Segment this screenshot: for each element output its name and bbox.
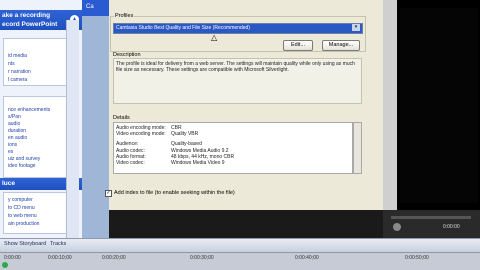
task-link[interactable]: s/Pan (8, 114, 21, 120)
task-link[interactable]: es (8, 149, 13, 155)
task-link[interactable]: l camera (8, 77, 27, 83)
header-label: ake a recording (2, 12, 51, 19)
profiles-label: Profiles (114, 13, 135, 19)
details-label: Details (113, 115, 130, 121)
player-controls: 0:00:00 (383, 210, 480, 238)
task-link[interactable]: r narration (8, 69, 31, 75)
details-row: Video codec: Windows Media Video 9 (116, 160, 225, 167)
task-link[interactable]: to web menu (8, 213, 37, 219)
details-scrollbar[interactable] (353, 122, 362, 174)
timecode: 0:00:40;00 (295, 255, 319, 261)
wizard-title-fragment: Ca (86, 4, 94, 10)
timeline-divider (0, 252, 480, 253)
task-link[interactable]: ideo footage (8, 163, 36, 169)
task-link[interactable]: uiz and survey (8, 156, 40, 162)
wizard-title-strip: Ca (82, 0, 109, 16)
player-time: 0:00:00 (443, 224, 460, 230)
tab-storyboard[interactable]: Show Storyboard (4, 241, 46, 247)
task-link[interactable]: audio (8, 121, 20, 127)
index-checkbox[interactable]: ✓ (105, 190, 112, 197)
mouse-cursor-icon: △ (211, 33, 218, 42)
index-checkbox-label: Add index to file (to enable seeking wit… (114, 190, 235, 196)
profile-dropdown[interactable]: Camtasia Studio Best Quality and File Si… (113, 23, 363, 34)
manage-button[interactable]: Manage... (322, 40, 360, 51)
record-box: id media nts r narration l camera (3, 38, 67, 86)
tab-tracks[interactable]: Tracks (50, 241, 66, 247)
edit-box: nce enhancements s/Pan audio duration en… (3, 96, 67, 178)
edit-button[interactable]: Edit... (283, 40, 313, 51)
task-link[interactable]: to CD menu (8, 205, 35, 211)
task-link[interactable]: duration (8, 128, 26, 134)
produce-box: y computer to CD menu to web menu ain pr… (3, 192, 67, 234)
task-link[interactable]: nce enhancements (8, 107, 50, 113)
playhead-icon[interactable] (2, 262, 8, 268)
timecode: 0:00:10;00 (48, 255, 72, 261)
timecode: 0:00:00 (4, 255, 21, 261)
task-pane-scrollbar[interactable] (66, 20, 79, 238)
play-icon[interactable] (393, 223, 401, 231)
timeline-toolbar (0, 238, 480, 252)
task-link[interactable]: id media (8, 53, 27, 59)
task-link[interactable]: y computer (8, 197, 33, 203)
wizard-side-strip (82, 0, 109, 238)
preview-border (383, 0, 397, 210)
seek-bar[interactable] (391, 216, 471, 219)
chevron-down-icon[interactable]: ▾ (352, 24, 360, 31)
video-preview (400, 8, 478, 203)
header-label-2: ecord PowerPoint (2, 21, 58, 28)
description-text: The profile is ideal for delivery from a… (113, 58, 362, 104)
task-link[interactable]: ions (8, 142, 17, 148)
profile-selected-value: Camtasia Studio Best Quality and File Si… (116, 25, 250, 31)
timecode: 0:00:50;00 (405, 255, 429, 261)
timecode: 0:00:30;00 (190, 255, 214, 261)
details-list: Audio encoding mode: CBR Video encoding m… (113, 122, 353, 174)
task-link[interactable]: nts (8, 61, 15, 67)
task-link[interactable]: en audio (8, 135, 27, 141)
task-link[interactable]: ain production (8, 221, 39, 227)
timecode: 0:00:20;00 (102, 255, 126, 261)
header-label: luce (2, 180, 16, 187)
